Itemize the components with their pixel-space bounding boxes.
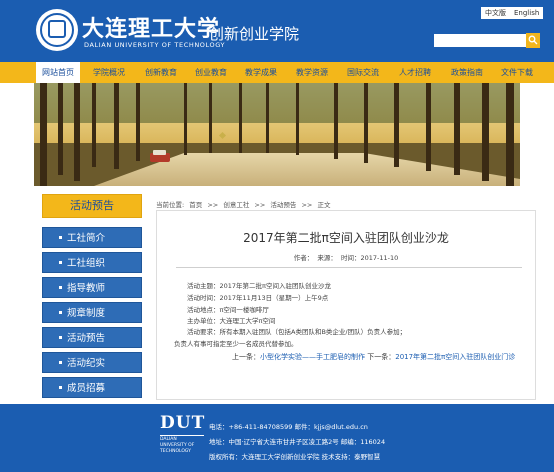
nav-item-about[interactable]: 学院概况 — [86, 62, 132, 83]
article-line-theme: 活动主题：2017年第二批π空间入驻团队创业沙龙 — [187, 282, 331, 290]
sidebar-item-events-preview[interactable]: 活动预告 — [42, 327, 142, 348]
article-title: 2017年第二批π空间入驻团队创业沙龙 — [243, 231, 449, 245]
article-meta: 作者： 来源： 时间：2017-11-10 — [156, 252, 536, 262]
breadcrumb-section[interactable]: 创意工社 — [223, 201, 249, 209]
sidebar-item-rules[interactable]: 规章制度 — [42, 302, 142, 323]
university-name-cn: 大连理工大学 — [82, 16, 221, 42]
breadcrumb-home[interactable]: 首页 — [189, 201, 202, 209]
sidebar-item-label: 活动纪实 — [67, 358, 106, 369]
breadcrumb-current: 正文 — [317, 201, 331, 209]
dut-footer-logo: DUT DALIAN UNIVERSITY OF TECHNOLOGY — [160, 413, 204, 454]
university-name-en: DALIAN UNIVERSITY OF TECHNOLOGY — [84, 41, 226, 49]
article-line-time: 活动时间：2017年11月13日（星期一）上午9点 — [187, 294, 329, 302]
sidebar-item-label: 指导教师 — [67, 283, 106, 294]
prev-article-link[interactable]: 小型化学实验——手工肥皂的制作 — [260, 353, 365, 361]
nav-item-recruitment[interactable]: 人才招聘 — [392, 62, 438, 83]
search-button[interactable] — [526, 33, 540, 48]
lang-en-link[interactable]: English — [510, 7, 544, 19]
breadcrumb-sep: >> — [301, 201, 313, 209]
sidebar-item-advisors[interactable]: 指导教师 — [42, 277, 142, 298]
nav-item-policy[interactable]: 政策指南 — [444, 62, 490, 83]
sidebar-item-label: 规章制度 — [67, 308, 106, 319]
article-time: 时间：2017-11-10 — [340, 254, 399, 262]
bullet-icon — [59, 336, 62, 339]
article-author: 作者： — [293, 254, 314, 262]
prev-label: 上一条： — [232, 353, 260, 361]
search-input[interactable] — [434, 34, 526, 47]
footer-address: 地址：中国·辽宁省大连市甘井子区凌工路2号 邮编：116024 — [209, 438, 386, 446]
bullet-icon — [59, 361, 62, 364]
nav-item-downloads[interactable]: 文件下载 — [494, 62, 540, 83]
bullet-icon — [59, 386, 62, 389]
sidebar-item-label: 活动预告 — [67, 333, 106, 344]
main-nav: 网站首页 学院概况 创新教育 创业教育 教学成果 教学资源 国际交流 人才招聘 … — [0, 62, 554, 83]
footer-contact: 电话：+86-411-84708599 邮件：kjjs@dlut.edu.cn — [209, 423, 368, 431]
breadcrumb-sep: >> — [254, 201, 266, 209]
college-name: 创新创业学院 — [209, 25, 300, 43]
nav-item-international[interactable]: 国际交流 — [340, 62, 386, 83]
lang-zh-link[interactable]: 中文版 — [481, 7, 510, 19]
dut-logo-sub-1: DALIAN — [160, 437, 177, 442]
sidebar-item-events-record[interactable]: 活动纪实 — [42, 352, 142, 373]
breadcrumb-category[interactable]: 活动预告 — [270, 201, 296, 209]
article-source: 来源： — [317, 254, 337, 262]
sidebar-item-label: 成员招募 — [67, 383, 106, 394]
nav-item-entrepreneur-edu[interactable]: 创业教育 — [188, 62, 234, 83]
sidebar-item-intro[interactable]: 工社简介 — [42, 227, 142, 248]
article-line-place: 活动地点：π空间一楼咖啡厅 — [187, 306, 269, 314]
sidebar-item-organization[interactable]: 工社组织 — [42, 252, 142, 273]
seal-center — [48, 20, 66, 38]
nav-item-resources[interactable]: 教学资源 — [289, 62, 335, 83]
bullet-icon — [59, 311, 62, 314]
article-divider — [176, 267, 522, 268]
next-label: 下一条： — [367, 353, 396, 361]
nav-item-achievements[interactable]: 教学成果 — [238, 62, 284, 83]
bullet-icon — [59, 286, 62, 289]
logo-rule — [160, 435, 204, 436]
sidebar-heading: 活动预告 — [42, 194, 142, 218]
article-line-host: 主办单位：大连理工大学π空间 — [187, 317, 276, 325]
prev-next-links: 上一条：小型化学实验——手工肥皂的制作 下一条：2017年第二批π空间入驻团队创… — [232, 352, 515, 362]
university-seal-logo[interactable] — [36, 9, 78, 51]
dut-logo-text: DUT — [160, 413, 206, 433]
forest-road-photo — [34, 83, 520, 186]
sidebar-item-label: 工社组织 — [67, 258, 106, 269]
bullet-icon — [59, 261, 62, 264]
breadcrumb: 当前位置: 首页 >> 创意工社 >> 活动预告 >> 正文 — [156, 199, 333, 209]
dut-logo-sub-3: TECHNOLOGY — [160, 449, 191, 454]
next-article-link[interactable]: 2017年第二批π空间入驻团队创业门诊 — [395, 353, 515, 361]
sidebar-item-label: 工社简介 — [67, 233, 106, 244]
campus-banner-image — [34, 83, 520, 186]
dut-logo-sub-2: UNIVERSITY OF — [160, 443, 195, 448]
article-line-note: 负责人有事可指定至少一名成员代替参加。 — [174, 340, 298, 348]
search-icon — [528, 35, 538, 45]
breadcrumb-label: 当前位置: — [156, 201, 185, 209]
nav-item-innovation-edu[interactable]: 创新教育 — [138, 62, 184, 83]
article-line-requirement: 活动要求：所有本期入驻团队（包括A类团队和B类企业/团队）负责人参加； — [187, 328, 407, 336]
sidebar-item-join[interactable]: 成员招募 — [42, 377, 142, 398]
bullet-icon — [59, 236, 62, 239]
breadcrumb-sep: >> — [207, 201, 219, 209]
site-header: 大连理工大学 DALIAN UNIVERSITY OF TECHNOLOGY 创… — [0, 0, 554, 62]
footer-copyright: 版权所有：大连理工大学创新创业学院 技术支持：泰野智慧 — [209, 453, 381, 461]
nav-item-home[interactable]: 网站首页 — [36, 62, 80, 83]
